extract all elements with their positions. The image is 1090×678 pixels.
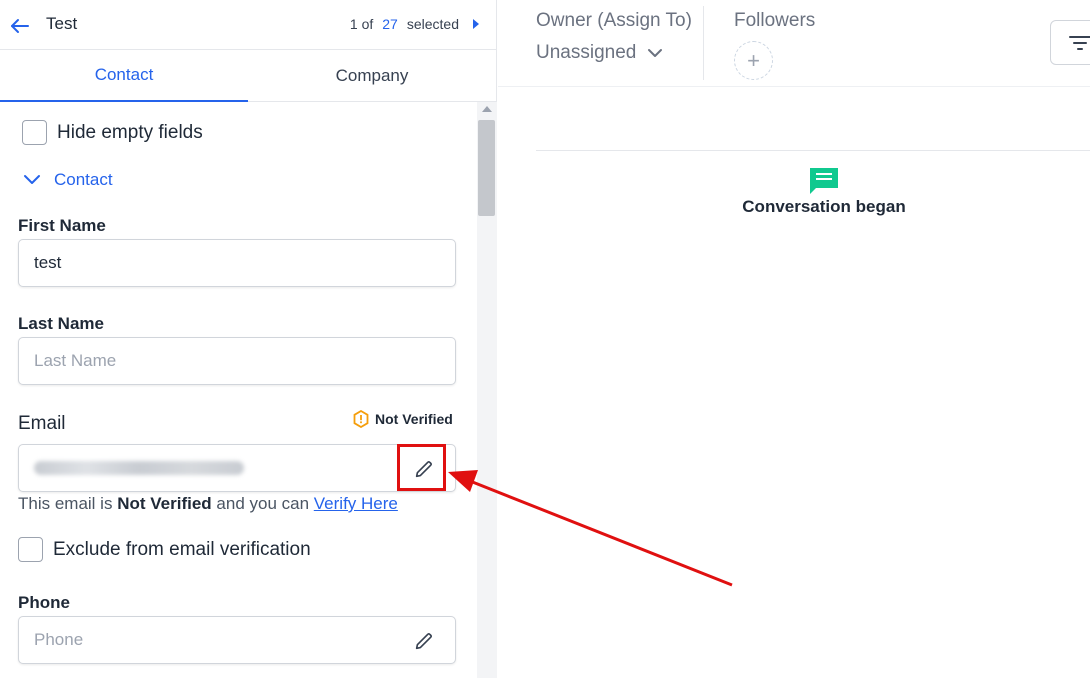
hide-empty-fields-row[interactable]: Hide empty fields <box>22 120 203 145</box>
record-pager: 1 of 27 selected <box>350 16 479 32</box>
hide-empty-checkbox[interactable] <box>22 120 47 145</box>
owner-label: Owner (Assign To) <box>536 10 692 31</box>
tab-company[interactable]: Company <box>248 50 496 102</box>
first-name-label: First Name <box>18 216 106 235</box>
edit-email-highlight <box>397 444 446 491</box>
filter-button[interactable] <box>1050 20 1090 65</box>
section-label: Contact <box>54 170 113 189</box>
chevron-down-icon <box>24 175 40 184</box>
pager-suffix: selected <box>406 16 459 32</box>
exclude-verification-label: Exclude from email verification <box>53 538 311 560</box>
first-name-value: test <box>34 253 62 272</box>
contact-title: Test <box>46 14 78 33</box>
redacted-email-value <box>34 461 244 475</box>
scroll-thumb[interactable] <box>478 120 495 216</box>
last-name-field[interactable]: Last Name <box>18 337 456 385</box>
helper-bold: Not Verified <box>117 494 212 513</box>
last-name-label: Last Name <box>18 314 104 333</box>
plus-icon: + <box>747 47 760 73</box>
email-status-text: Not Verified <box>375 411 453 427</box>
warning-shield-icon <box>353 410 369 428</box>
owner-dropdown[interactable]: Unassigned <box>536 42 664 64</box>
phone-field[interactable]: Phone <box>18 616 456 664</box>
scroll-up-icon[interactable] <box>482 106 492 112</box>
add-follower-button[interactable]: + <box>734 41 773 80</box>
followers-label: Followers <box>734 10 816 31</box>
chevron-down-icon <box>648 49 663 57</box>
email-status-badge: Not Verified <box>352 410 453 428</box>
email-label: Email <box>18 413 66 434</box>
verify-here-link[interactable]: Verify Here <box>314 494 398 513</box>
activity-panel: Owner (Assign To) Unassigned Followers +… <box>498 0 1090 678</box>
helper-prefix: This email is <box>18 494 113 513</box>
last-name-placeholder: Last Name <box>34 351 117 370</box>
vertical-scrollbar[interactable] <box>477 102 497 678</box>
panel-header: Test 1 of 27 selected <box>0 0 497 50</box>
email-verification-helper: This email is Not Verified and you can V… <box>18 494 398 514</box>
header-divider <box>703 6 704 80</box>
timeline-event: Conversation began <box>742 197 906 216</box>
filter-icon <box>1069 36 1090 50</box>
phone-placeholder: Phone <box>34 630 84 649</box>
pencil-icon[interactable] <box>413 630 435 652</box>
next-caret-icon[interactable] <box>473 19 479 29</box>
back-arrow-icon[interactable] <box>8 14 32 38</box>
exclude-verification-checkbox[interactable] <box>18 537 43 562</box>
contact-section-toggle[interactable]: Contact <box>22 170 113 190</box>
tab-contact[interactable]: Contact <box>0 50 248 102</box>
pager-prefix: 1 of <box>349 16 374 32</box>
first-name-field[interactable]: test <box>18 239 456 287</box>
contact-details-panel: Test 1 of 27 selected Contact Company Hi… <box>0 0 497 678</box>
hide-empty-label: Hide empty fields <box>57 121 203 143</box>
detail-tabs: Contact Company <box>0 50 497 102</box>
chat-bubble-icon <box>810 168 838 194</box>
helper-middle: and you can <box>216 494 310 513</box>
exclude-verification-row[interactable]: Exclude from email verification <box>18 537 311 562</box>
owner-value: Unassigned <box>536 42 637 63</box>
pager-count[interactable]: 27 <box>382 16 398 32</box>
phone-label: Phone <box>18 593 70 612</box>
timeline-rule <box>536 150 1090 151</box>
email-field[interactable] <box>18 444 456 492</box>
header-rule <box>498 86 1090 87</box>
